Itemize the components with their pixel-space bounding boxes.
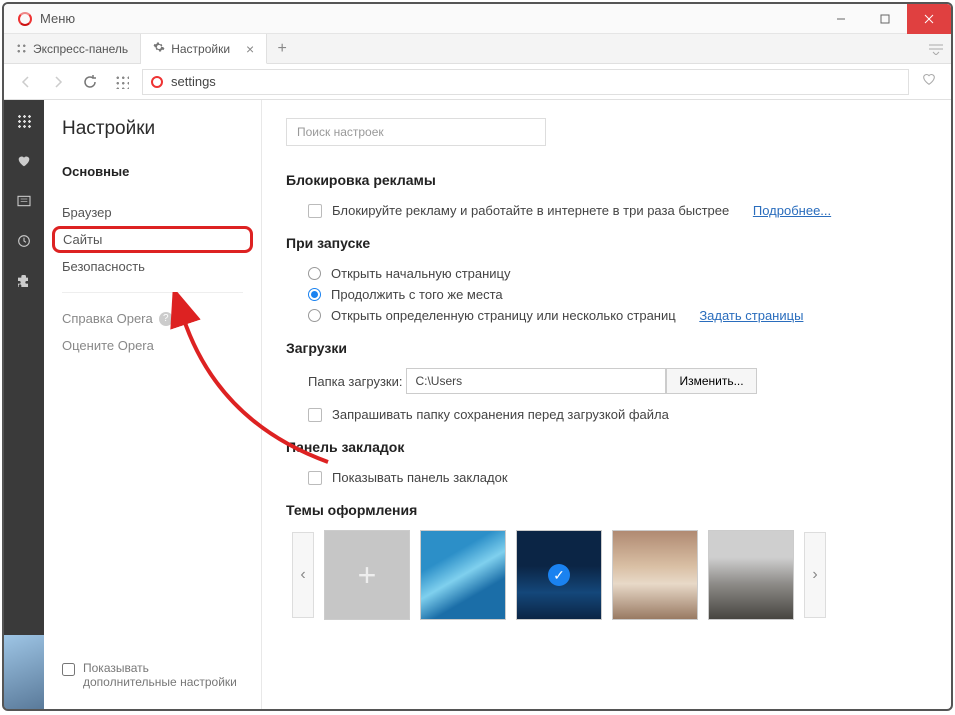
reload-icon xyxy=(83,75,97,89)
maximize-button[interactable] xyxy=(863,4,907,34)
section-themes-heading: Темы оформления xyxy=(286,502,927,518)
themes-carousel: ‹ + ✓ › xyxy=(286,530,927,620)
puzzle-icon xyxy=(16,273,32,289)
titlebar: Меню xyxy=(4,4,951,34)
heart-icon xyxy=(16,153,32,169)
tab-list-button[interactable] xyxy=(929,34,943,64)
advanced-settings-checkbox[interactable] xyxy=(62,663,75,676)
download-folder-label: Папка загрузки: xyxy=(286,374,402,389)
startup-set-pages-link[interactable]: Задать страницы xyxy=(699,308,803,323)
themes-prev-button[interactable]: ‹ xyxy=(292,532,314,618)
bookmarks-show-label: Показывать панель закладок xyxy=(332,470,508,485)
speed-dial-icon xyxy=(17,114,31,128)
tabstrip: Экспресс-панель Настройки × + xyxy=(4,34,951,64)
new-tab-button[interactable]: + xyxy=(267,34,297,63)
sidebar-extensions[interactable] xyxy=(15,272,33,290)
nav-help-label: Справка Opera xyxy=(62,311,153,326)
section-ads-heading: Блокировка рекламы xyxy=(286,172,927,188)
nav-back-button[interactable] xyxy=(14,70,38,94)
maximize-icon xyxy=(880,14,890,24)
download-ask-label: Запрашивать папку сохранения перед загру… xyxy=(332,407,669,422)
speed-dial-icon xyxy=(16,43,27,54)
ads-block-checkbox[interactable] xyxy=(308,204,322,218)
news-icon xyxy=(16,193,32,209)
sidebar-history[interactable] xyxy=(15,232,33,250)
tab-close-button[interactable]: × xyxy=(246,41,254,57)
search-placeholder: Поиск настроек xyxy=(297,125,384,139)
tab-settings[interactable]: Настройки × xyxy=(141,34,267,64)
speed-dial-button[interactable] xyxy=(110,70,134,94)
theme-item[interactable] xyxy=(420,530,506,620)
startup-opt-1: Продолжить с того же места xyxy=(331,287,503,302)
startup-radio-homepage[interactable] xyxy=(308,267,321,280)
clock-icon xyxy=(16,233,32,249)
tab-list-icon xyxy=(929,43,943,55)
ads-more-link[interactable]: Подробнее... xyxy=(753,203,831,218)
nav-item-browser[interactable]: Браузер xyxy=(62,199,243,226)
gear-icon xyxy=(153,41,165,56)
advanced-settings-label: Показывать дополнительные настройки xyxy=(83,661,243,689)
toolbar: settings xyxy=(4,64,951,100)
download-folder-field[interactable]: C:\Users xyxy=(406,368,666,394)
reload-button[interactable] xyxy=(78,70,102,94)
startup-radio-continue[interactable] xyxy=(308,288,321,301)
page-identity-icon xyxy=(151,76,163,88)
menu-label: Меню xyxy=(40,11,75,26)
settings-title: Настройки xyxy=(62,118,243,140)
help-icon: ? xyxy=(159,312,173,326)
sidebar-wallpaper-preview xyxy=(4,635,44,709)
bookmarks-show-checkbox[interactable] xyxy=(308,471,322,485)
chevron-right-icon xyxy=(51,75,65,89)
minimize-button[interactable] xyxy=(819,4,863,34)
address-bar[interactable]: settings xyxy=(142,69,909,95)
sidebar-speed-dial[interactable] xyxy=(15,112,33,130)
tab-label: Настройки xyxy=(171,42,230,56)
activity-sidebar xyxy=(4,100,44,709)
download-change-button[interactable]: Изменить... xyxy=(666,368,756,394)
startup-opt-2: Открыть определенную страницу или нескол… xyxy=(331,308,676,323)
startup-radio-specific[interactable] xyxy=(308,309,321,322)
settings-nav: Настройки Основные Браузер Сайты Безопас… xyxy=(44,100,262,709)
bookmark-heart-button[interactable] xyxy=(917,71,941,92)
theme-item[interactable] xyxy=(708,530,794,620)
sidebar-bookmarks[interactable] xyxy=(15,152,33,170)
theme-item-selected[interactable]: ✓ xyxy=(516,530,602,620)
startup-opt-0: Открыть начальную страницу xyxy=(331,266,511,281)
section-startup-heading: При запуске xyxy=(286,235,927,251)
sidebar-news[interactable] xyxy=(15,192,33,210)
settings-content: Поиск настроек Блокировка рекламы Блокир… xyxy=(262,100,951,709)
nav-rate-opera[interactable]: Оцените Opera xyxy=(62,332,243,359)
theme-item[interactable] xyxy=(612,530,698,620)
check-icon: ✓ xyxy=(548,564,570,586)
address-text: settings xyxy=(171,74,216,89)
section-bookmarks-heading: Панель закладок xyxy=(286,439,927,455)
advanced-settings-toggle[interactable]: Показывать дополнительные настройки xyxy=(62,661,243,699)
speed-dial-icon xyxy=(115,75,129,89)
download-ask-checkbox[interactable] xyxy=(308,408,322,422)
nav-item-security[interactable]: Безопасность xyxy=(62,253,243,280)
nav-item-sites[interactable]: Сайты xyxy=(52,226,253,253)
section-downloads-heading: Загрузки xyxy=(286,340,927,356)
minimize-icon xyxy=(836,14,846,24)
tab-speed-dial[interactable]: Экспресс-панель xyxy=(4,34,141,63)
nav-help-opera[interactable]: Справка Opera ? xyxy=(62,305,243,332)
menu-button[interactable]: Меню xyxy=(4,4,89,33)
theme-add-button[interactable]: + xyxy=(324,530,410,620)
opera-logo-icon xyxy=(18,12,32,26)
nav-section-current[interactable]: Основные xyxy=(62,164,243,179)
heart-icon xyxy=(921,71,937,87)
close-icon xyxy=(924,14,934,24)
themes-next-button[interactable]: › xyxy=(804,532,826,618)
tab-label: Экспресс-панель xyxy=(33,42,128,56)
nav-forward-button[interactable] xyxy=(46,70,70,94)
close-button[interactable] xyxy=(907,4,951,34)
settings-search-input[interactable]: Поиск настроек xyxy=(286,118,546,146)
chevron-left-icon xyxy=(19,75,33,89)
ads-block-label: Блокируйте рекламу и работайте в интерне… xyxy=(332,203,729,218)
download-folder-value: C:\Users xyxy=(415,374,462,388)
